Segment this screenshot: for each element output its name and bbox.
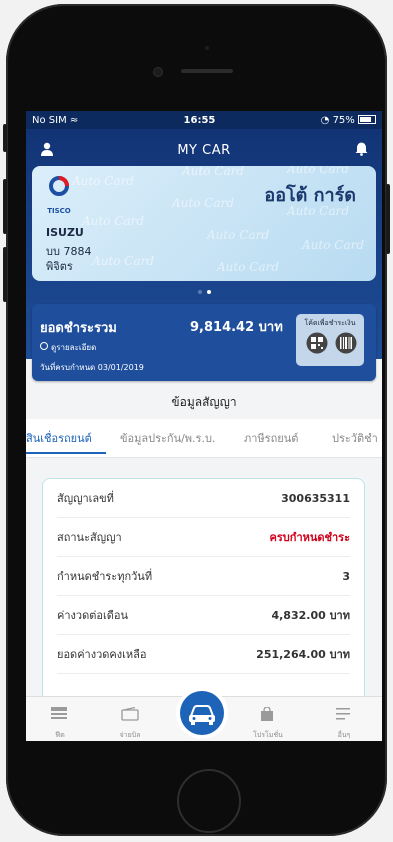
row-value: 251,264.00 บาท [256,648,350,661]
paycode-label: โค้ดเพื่อชำระเงิน [304,319,356,327]
card-watermark: Auto Card [302,238,365,252]
tab-bar: สินเชื่อรถยนต์ ข้อมูลประกัน/พ.ร.บ. ภาษีร… [26,419,382,458]
total-amount: 9,814.42 บาท [190,320,283,335]
auto-card[interactable]: Auto Card Auto Card Auto Card Auto Card … [32,166,376,281]
contract-details-card: สัญญาเลขที่ 300635311 สถานะสัญญา ครบกำหน… [42,478,365,710]
contract-row: กำหนดชำระทุกวันที่ 3 [57,557,350,596]
nav-label: อื่นๆ [337,731,351,739]
bag-icon [261,707,273,721]
volume-up-button [3,179,7,234]
row-label: ยอดค่างวดคงเหลือ [57,648,147,661]
tisco-logo: TISCO [46,176,72,215]
front-camera [153,67,163,77]
app-screen: No SIM ≈ 16:55 ◔ 75% MY CAR Auto Card Au… [26,111,382,741]
nav-promotion[interactable]: โปรโมชั่น [238,697,298,741]
tab-car-loan[interactable]: สินเชื่อรถยนต์ [26,429,92,447]
active-tab-indicator [26,452,106,454]
payment-summary[interactable]: ยอดชำระรวม 9,814.42 บาท ดูรายละเอียด วัน… [32,304,376,381]
status-value: ครบกำหนดชำระ [269,531,350,544]
pager-dot[interactable] [197,290,202,294]
row-label: สถานะสัญญา [57,531,122,544]
row-value: 4,832.00 บาท [271,609,350,622]
tab-car-tax[interactable]: ภาษีรถยนต์ [244,429,298,447]
card-watermark: Auto Card [207,228,270,242]
card-watermark: Auto Card [287,166,350,176]
pager-dot-active[interactable] [206,290,211,294]
barcode-icon[interactable] [335,332,357,358]
total-label: ยอดชำระรวม [40,321,117,336]
card-watermark: Auto Card [72,174,135,188]
row-value: 3 [342,569,350,583]
car-make: ISUZU [46,226,84,239]
nav-more[interactable]: อื่นๆ [314,697,374,741]
contract-row: ค่างวดต่อเดือน 4,832.00 บาท [57,596,350,635]
earpiece-speaker [181,69,233,73]
nav-label: โปรโมชั่น [253,731,283,739]
card-pager[interactable] [26,290,382,294]
carrier-text: No SIM ≈ [32,114,79,126]
paycode-box[interactable]: โค้ดเพื่อชำระเงิน [296,314,364,366]
search-icon [40,342,48,350]
status-time: 16:55 [183,114,216,126]
section-title: ข้อมูลสัญญา [171,395,237,409]
card-watermark: Auto Card [82,214,145,228]
feed-icon [51,707,67,719]
home-button[interactable] [177,769,241,833]
row-label: ค่างวดต่อเดือน [57,609,129,622]
status-bar: No SIM ≈ 16:55 ◔ 75% [26,111,382,129]
contract-row: สัญญาเลขที่ 300635311 [57,479,350,518]
mute-switch [3,124,7,152]
bell-icon[interactable] [355,141,368,160]
row-label: สัญญาเลขที่ [57,492,114,505]
car-icon [180,691,224,735]
top-nav: MY CAR [26,133,382,163]
nav-pay-bill[interactable]: จ่ายบิล [100,697,160,741]
row-label: กำหนดชำระทุกวันที่ [57,570,153,583]
tab-payment-history[interactable]: ประวัติชำ [332,429,378,447]
detail-link[interactable]: ดูรายละเอียด [40,341,96,354]
page-title: MY CAR [177,143,231,158]
car-province: พิจิตร [46,260,73,273]
volume-down-button [3,247,7,302]
qr-code-icon[interactable] [306,332,328,358]
power-button [386,184,390,254]
card-watermark: Auto Card [182,166,245,178]
battery-indicator: ◔ 75% [321,115,376,126]
logo-text: TISCO [47,207,71,215]
my-car-button[interactable] [176,687,228,739]
card-watermark: Auto Card [92,254,155,268]
nav-feed[interactable]: ฟีด [30,697,90,741]
card-brand: ออโต้ การ์ด [264,185,356,206]
tab-insurance[interactable]: ข้อมูลประกัน/พ.ร.บ. [120,429,215,447]
menu-icon [336,708,350,720]
nav-label: จ่ายบิล [119,731,141,739]
nav-label: ฟีด [55,731,65,739]
row-value: 300635311 [281,491,350,505]
sensor [205,46,209,50]
wifi-icon: ≈ [69,114,79,126]
battery-icon [357,115,376,124]
wallet-icon [121,707,139,721]
card-watermark: Auto Card [172,196,235,210]
contract-row: ยอดค่างวดคงเหลือ 251,264.00 บาท [57,635,350,674]
card-watermark: Auto Card [217,260,280,274]
contract-row: สถานะสัญญา ครบกำหนดชำระ [57,518,350,557]
due-date: วันที่ครบกำหนด 03/01/2019 [40,363,144,372]
